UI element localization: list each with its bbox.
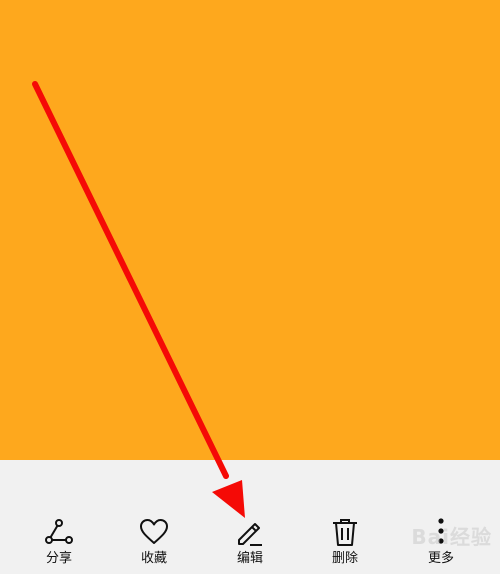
pencil-icon: [234, 516, 266, 548]
share-icon: [43, 516, 75, 548]
heart-icon: [138, 516, 170, 548]
delete-button[interactable]: 删除: [305, 516, 385, 572]
share-label: 分享: [45, 551, 72, 566]
share-button[interactable]: 分享: [19, 516, 99, 572]
favorite-label: 收藏: [140, 551, 167, 566]
bottom-action-bar: 分享 收藏 编辑 删除 更多: [0, 460, 500, 574]
delete-label: 删除: [331, 551, 358, 566]
more-label: 更多: [427, 551, 454, 566]
edit-label: 编辑: [236, 551, 263, 566]
trash-icon: [329, 516, 361, 548]
photo-preview[interactable]: [0, 0, 500, 460]
more-vertical-icon: [425, 516, 457, 548]
more-button[interactable]: 更多: [401, 516, 481, 572]
favorite-button[interactable]: 收藏: [114, 516, 194, 572]
photo-viewer-screen: 分享 收藏 编辑 删除 更多 Bai经验: [0, 0, 500, 574]
edit-button[interactable]: 编辑: [210, 516, 290, 572]
